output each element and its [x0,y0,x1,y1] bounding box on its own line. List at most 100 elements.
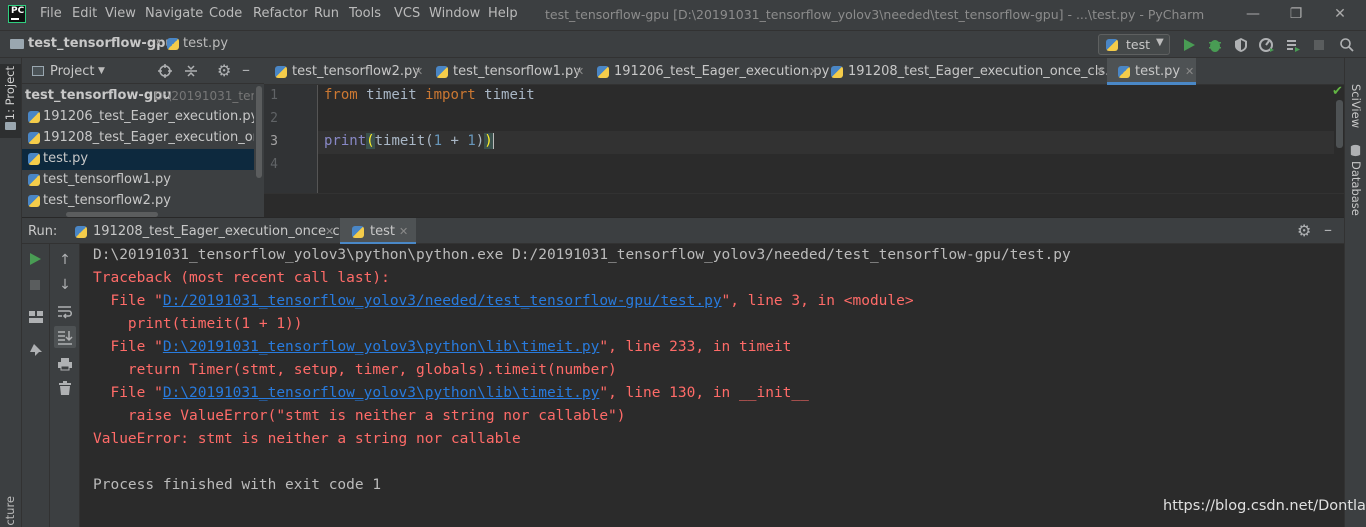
run-configuration-select[interactable]: test ▼ [1098,34,1170,55]
debug-icon[interactable] [1207,37,1223,53]
structure-stripe-label[interactable]: cture [3,496,17,526]
close-window-icon[interactable]: ✕ [1330,4,1350,24]
editor-tab[interactable]: test_tensorflow2.py ✕ [264,58,424,85]
line-number: 2 [270,111,278,126]
gear-icon[interactable]: ⚙ [217,61,231,80]
restore-layout-icon[interactable] [28,310,44,324]
editor-tab-label: 191208_test_Eager_execution_once_cls.py [848,64,1126,79]
editor-tab[interactable]: 191208_test_Eager_execution_once_cls.py … [819,58,1125,85]
tab-close-icon[interactable]: ✕ [325,225,334,238]
run-icon[interactable] [1181,37,1197,53]
python-file-icon [1118,66,1130,78]
right-tool-window-stripe: SciView Database [1344,58,1366,527]
menu-view[interactable]: View [105,6,136,21]
search-everywhere-icon[interactable] [1339,37,1355,53]
run-with-coverage-icon[interactable] [1233,37,1249,53]
pin-icon[interactable] [29,343,43,357]
menu-vcs[interactable]: VCS [394,6,420,21]
keyword-import: import [425,87,476,103]
restore-icon[interactable]: ❐ [1286,4,1306,24]
minimize-icon[interactable]: — [1243,4,1263,24]
tree-root-name: test_tensorflow-gpu [25,88,172,103]
traceback-file-link[interactable]: D:\20191031_tensorflow_yolov3\python\lib… [163,385,600,401]
traceback-file-link[interactable]: D:/20191031_tensorflow_yolov3/needed/tes… [163,293,722,309]
editor-tab-bar: test_tensorflow2.py ✕ test_tensorflow1.p… [264,58,1344,85]
menu-file[interactable]: File [40,6,62,21]
project-stripe-label[interactable]: 1: Project [3,66,17,120]
editor-tab-active[interactable]: test.py ✕ [1107,58,1196,85]
stop-icon[interactable] [1311,37,1327,53]
frame-prefix: File " [93,339,163,355]
tab-close-icon[interactable]: ✕ [809,65,818,78]
run-toolbar-secondary: ↑ ↓ [50,244,80,527]
hide-panel-icon[interactable]: – [242,60,250,79]
run-tab[interactable]: 191208_test_Eager_execution_once_cls ✕ [65,218,350,245]
console-exit-message: Process finished with exit code 1 [93,477,382,493]
line-number: 4 [270,157,278,172]
editor-scrollbar[interactable] [1336,100,1343,148]
line-number: 1 [270,88,278,103]
menu-tools[interactable]: Tools [349,6,381,21]
tree-file-item[interactable]: test_tensorflow2.py [22,191,254,212]
gear-icon[interactable]: ⚙ [1297,221,1311,240]
chevron-down-icon: ▼ [1156,37,1164,48]
tree-root-project[interactable]: test_tensorflow-gpu D:\20191031_tenso [22,86,254,107]
tree-file-item[interactable]: test_tensorflow1.py [22,170,254,191]
stop-icon[interactable] [29,279,41,291]
tab-close-icon[interactable]: ✕ [1185,65,1194,78]
rerun-icon[interactable] [28,252,42,266]
traceback-file-link[interactable]: D:\20191031_tensorflow_yolov3\python\lib… [163,339,600,355]
breadcrumb-project[interactable]: test_tensorflow-gpu [28,36,175,51]
concurrency-icon[interactable] [1285,37,1301,53]
tab-close-icon[interactable]: ✕ [399,225,408,238]
collapse-all-icon[interactable] [184,64,198,78]
console-traceback-header: Traceback (most recent call last): [93,270,390,286]
soft-wrap-icon[interactable] [57,305,73,319]
python-file-icon [28,111,40,123]
database-stripe-label[interactable]: Database [1349,161,1363,216]
menu-help[interactable]: Help [488,6,518,21]
breadcrumb-separator-icon: › [155,34,161,50]
console-traceback-code: return Timer(stmt, setup, timer, globals… [93,362,617,378]
project-panel-title[interactable]: Project [50,64,94,79]
project-vertical-scrollbar[interactable] [256,86,262,178]
tree-file-label: 191206_test_Eager_execution.py [43,109,254,124]
print-icon[interactable] [57,357,73,371]
scroll-to-end-icon[interactable] [57,329,73,345]
menu-refactor[interactable]: Refactor [253,6,308,21]
hide-panel-icon[interactable]: – [1324,220,1332,239]
run-tab-active[interactable]: test ✕ [340,218,416,245]
console-error-message: ValueError: stmt is neither a string nor… [93,431,521,447]
tree-file-item[interactable]: 191208_test_Eager_execution_once_cls.py [22,128,254,149]
chevron-down-icon[interactable]: ▼ [98,66,105,76]
locate-file-icon[interactable] [158,64,172,78]
inspection-ok-icon[interactable]: ✔ [1332,84,1343,99]
tree-file-item[interactable]: 191206_test_Eager_execution.py [22,107,254,128]
trash-icon[interactable] [58,381,72,396]
tree-file-label: test_tensorflow2.py [43,193,171,208]
tab-close-icon[interactable]: ✕ [414,65,423,78]
breadcrumb-file[interactable]: test.py [183,36,228,51]
editor-footer [264,193,1344,217]
window-title: test_tensorflow-gpu [D:\20191031_tensorf… [545,7,1205,22]
menu-run[interactable]: Run [314,6,339,21]
editor-tab[interactable]: test_tensorflow1.py ✕ [424,58,585,85]
frame-prefix: File " [93,385,163,401]
tree-file-item-selected[interactable]: test.py [22,149,254,170]
down-arrow-icon[interactable]: ↓ [57,277,73,293]
menu-navigate[interactable]: Navigate [145,6,203,21]
menu-edit[interactable]: Edit [72,6,97,21]
editor-tab-label: test_tensorflow1.py [453,64,581,79]
editor-tab[interactable]: 191206_test_Eager_execution.py ✕ [585,58,829,85]
menu-code[interactable]: Code [209,6,242,21]
python-file-icon [28,174,40,186]
tab-close-icon[interactable]: ✕ [1096,65,1105,78]
up-arrow-icon[interactable]: ↑ [57,252,73,268]
sciview-stripe-label[interactable]: SciView [1349,84,1363,128]
python-config-icon [1106,39,1118,51]
call-timeit: timeit( [374,133,434,149]
number-literal: 1 [467,133,476,149]
menu-window[interactable]: Window [429,6,480,21]
tab-close-icon[interactable]: ✕ [575,65,584,78]
profile-icon[interactable] [1259,37,1275,53]
